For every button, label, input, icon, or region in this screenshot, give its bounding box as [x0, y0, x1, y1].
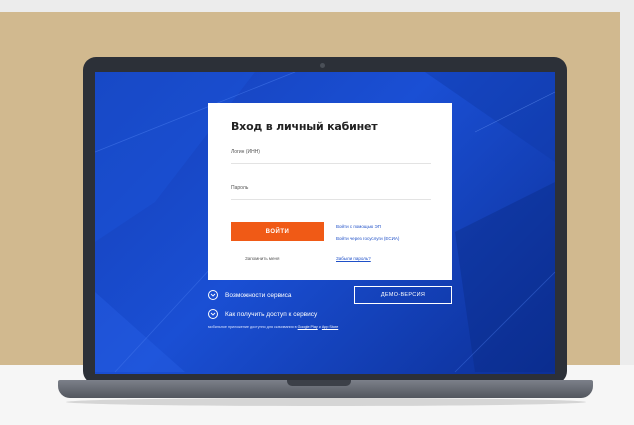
chevron-circle-icon	[208, 309, 218, 319]
laptop-screen: Вход в личный кабинет Логин (ИНН) Пароль…	[95, 72, 555, 374]
app-store-link[interactable]: App Store	[322, 325, 338, 329]
login-title: Вход в личный кабинет	[231, 120, 378, 133]
app-note-and: и	[318, 325, 321, 329]
login-card: Вход в личный кабинет Логин (ИНН) Пароль…	[208, 103, 452, 280]
laptop-shadow	[66, 398, 586, 406]
login-field-label: Логин (ИНН)	[231, 149, 260, 155]
access-link[interactable]: Как получить доступ к сервису	[208, 309, 317, 319]
app-note-prefix: мобильное приложение доступно для скачив…	[208, 325, 297, 329]
login-with-ep-link[interactable]: Войти с помощью ЭП	[336, 224, 381, 229]
webcam	[320, 63, 325, 68]
chevron-circle-icon	[208, 290, 218, 300]
capabilities-label: Возможности сервиса	[225, 291, 292, 299]
remember-me-checkbox[interactable]: Запомнить меня	[245, 256, 279, 261]
mobile-app-note: мобильное приложение доступно для скачив…	[208, 325, 338, 329]
login-with-esia-link[interactable]: Войти через госуслуги (ЕСИА)	[336, 236, 399, 241]
capabilities-link[interactable]: Возможности сервиса	[208, 290, 292, 300]
forgot-password-link[interactable]: Забыли пароль?	[336, 256, 371, 261]
demo-version-button[interactable]: ДЕМО-ВЕРСИЯ	[354, 286, 452, 304]
login-input[interactable]	[231, 163, 431, 164]
login-button[interactable]: ВОЙТИ	[231, 222, 324, 241]
access-label: Как получить доступ к сервису	[225, 310, 318, 318]
google-play-link[interactable]: Google Play	[298, 325, 318, 329]
password-field-label: Пароль	[231, 185, 249, 191]
password-input[interactable]	[231, 199, 431, 200]
laptop-hinge-notch	[287, 380, 351, 386]
